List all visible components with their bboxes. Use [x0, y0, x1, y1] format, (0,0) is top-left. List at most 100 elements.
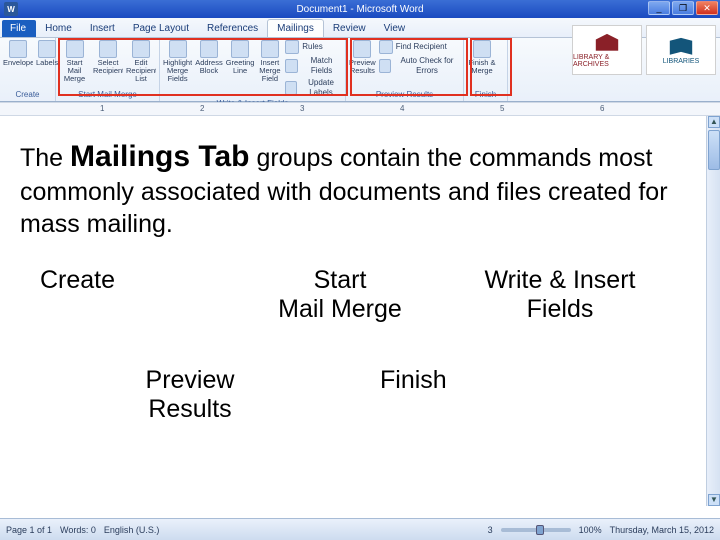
- close-button[interactable]: ✕: [696, 1, 718, 15]
- zoom-knob[interactable]: [536, 525, 544, 535]
- scroll-thumb[interactable]: [708, 130, 720, 170]
- finish-merge-button[interactable]: Finish & Merge: [467, 40, 497, 75]
- status-page: Page 1 of 1: [6, 525, 52, 535]
- match-label: Match Fields: [301, 56, 342, 76]
- preview-icon: [353, 40, 371, 58]
- group-write-insert: Highlight Merge Fields Address Block Gre…: [160, 38, 346, 101]
- start-mail-merge-label: Start Mail Merge: [59, 59, 90, 83]
- label-create: Create: [40, 266, 230, 324]
- scroll-down-arrow-icon[interactable]: ▼: [708, 494, 720, 506]
- body-prefix: The: [20, 144, 70, 172]
- group-preview-label: Preview Results: [349, 89, 460, 101]
- status-slide-number: 3: [488, 525, 493, 535]
- vertical-scrollbar[interactable]: ▲ ▼: [706, 116, 720, 506]
- labels-button[interactable]: Labels: [36, 40, 58, 67]
- library-archives-logo: LIBRARY & ARCHIVES: [572, 25, 642, 75]
- match-icon: [285, 59, 298, 73]
- label-start-mail-merge: Start Mail Merge: [230, 266, 450, 324]
- tab-references[interactable]: References: [198, 20, 267, 37]
- address-icon: [200, 40, 218, 58]
- preview-label: Preview Results: [349, 59, 376, 75]
- find-recipient-button[interactable]: Find Recipient: [379, 40, 460, 54]
- greeting-label: Greeting Line: [226, 59, 255, 75]
- logo-area: LIBRARY & ARCHIVES LIBRARIES: [572, 22, 716, 78]
- highlight-fields-button[interactable]: Highlight Merge Fields: [163, 40, 192, 83]
- edit-recipient-label: Edit Recipient List: [126, 59, 156, 83]
- slide-root: W Document1 - Microsoft Word _ ❐ ✕ File …: [0, 0, 720, 540]
- edit-list-icon: [132, 40, 150, 58]
- ruler-mark: 6: [600, 104, 604, 113]
- finish-icon: [473, 40, 491, 58]
- rules-button[interactable]: Rules: [285, 40, 342, 54]
- group-finish-label: Finish: [467, 89, 504, 101]
- update-label: Update Labels: [300, 78, 342, 98]
- tab-page-layout[interactable]: Page Layout: [124, 20, 198, 37]
- group-start-label: Start Mail Merge: [59, 89, 156, 101]
- start-mail-merge-button[interactable]: Start Mail Merge: [59, 40, 90, 83]
- greeting-icon: [231, 40, 249, 58]
- ruler-mark: 5: [500, 104, 504, 113]
- window-title: Document1 - Microsoft Word: [296, 4, 423, 15]
- label-preview-results: Preview Results: [40, 366, 280, 424]
- status-date: Thursday, March 15, 2012: [610, 525, 714, 535]
- maximize-button[interactable]: ❐: [672, 1, 694, 15]
- label-write-insert-fields: Write & Insert Fields: [450, 266, 670, 324]
- address-block-button[interactable]: Address Block: [195, 40, 223, 75]
- check-label: Auto Check for Errors: [394, 56, 460, 76]
- group-create-label: Create: [3, 89, 52, 101]
- status-zoom: 100%: [579, 525, 602, 535]
- tab-review[interactable]: Review: [324, 20, 375, 37]
- insert-merge-field-button[interactable]: Insert Merge Field: [257, 40, 282, 83]
- body-paragraph: The Mailings Tab groups contain the comm…: [20, 138, 680, 240]
- status-language: English (U.S.): [104, 525, 160, 535]
- envelopes-label: Envelopes: [3, 59, 33, 67]
- group-preview-results: Preview Results Find Recipient Auto Chec…: [346, 38, 464, 101]
- tab-insert[interactable]: Insert: [81, 20, 124, 37]
- highlight-icon: [169, 40, 187, 58]
- body-strong: Mailings Tab: [70, 140, 249, 173]
- find-icon: [379, 40, 393, 54]
- recipients-icon: [99, 40, 117, 58]
- libraries-logo: LIBRARIES: [646, 25, 716, 75]
- book-icon: [667, 36, 695, 58]
- zoom-slider[interactable]: [501, 528, 571, 532]
- highlight-label: Highlight Merge Fields: [163, 59, 192, 83]
- labels-icon: [38, 40, 56, 58]
- building-icon: [593, 32, 621, 54]
- tab-file[interactable]: File: [2, 20, 36, 37]
- group-create: Envelopes Labels Create: [0, 38, 56, 101]
- word-app-icon: W: [4, 2, 18, 16]
- scroll-up-arrow-icon[interactable]: ▲: [708, 116, 720, 128]
- edit-recipient-list-button[interactable]: Edit Recipient List: [126, 40, 156, 83]
- logo1-label: LIBRARY & ARCHIVES: [573, 54, 641, 68]
- insert-field-label: Insert Merge Field: [257, 59, 282, 83]
- tab-view[interactable]: View: [375, 20, 415, 37]
- rules-icon: [285, 40, 299, 54]
- address-label: Address Block: [195, 59, 223, 75]
- select-recipients-button[interactable]: Select Recipients: [93, 40, 123, 75]
- window-buttons: _ ❐ ✕: [648, 1, 718, 15]
- tab-mailings[interactable]: Mailings: [267, 19, 324, 37]
- document-area: The Mailings Tab groups contain the comm…: [0, 116, 720, 506]
- preview-results-button[interactable]: Preview Results: [349, 40, 376, 75]
- envelopes-button[interactable]: Envelopes: [3, 40, 33, 67]
- ruler-mark: 2: [200, 104, 204, 113]
- group-names-grid: Create Start Mail Merge Write & Insert F…: [40, 266, 680, 424]
- tab-home[interactable]: Home: [36, 20, 81, 37]
- labels-label: Labels: [36, 59, 58, 67]
- check-icon: [379, 59, 391, 73]
- ruler-mark: 4: [400, 104, 404, 113]
- rules-label: Rules: [302, 42, 322, 52]
- titlebar: W Document1 - Microsoft Word _ ❐ ✕: [0, 0, 720, 18]
- ruler-mark: 1: [100, 104, 104, 113]
- auto-check-button[interactable]: Auto Check for Errors: [379, 56, 460, 76]
- envelope-icon: [9, 40, 27, 58]
- select-recipients-label: Select Recipients: [93, 59, 123, 75]
- greeting-line-button[interactable]: Greeting Line: [226, 40, 255, 75]
- label-finish: Finish: [280, 366, 540, 424]
- logo2-label: LIBRARIES: [663, 58, 700, 65]
- minimize-button[interactable]: _: [648, 1, 670, 15]
- match-fields-button[interactable]: Match Fields: [285, 56, 342, 76]
- update-labels-button[interactable]: Update Labels: [285, 78, 342, 98]
- find-label: Find Recipient: [396, 42, 447, 52]
